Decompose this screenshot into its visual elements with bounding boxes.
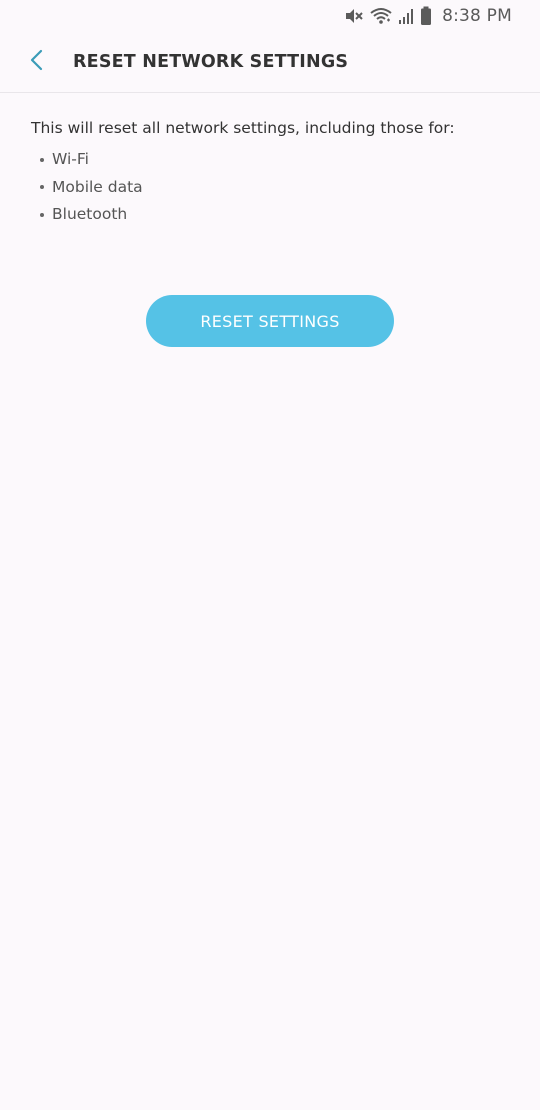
bullet-icon [40,157,44,162]
wifi-icon [370,6,392,26]
battery-icon [420,6,432,26]
list-item-bluetooth: Bluetooth [40,201,520,229]
app-header: RESET NETWORK SETTINGS [0,32,540,93]
page-title: RESET NETWORK SETTINGS [73,52,349,72]
list-item-wifi: Wi-Fi [40,146,520,174]
back-button[interactable] [8,33,66,91]
description-section: This will reset all network settings, in… [31,116,520,229]
list-item-label: Bluetooth [52,205,128,223]
bullet-icon [40,212,44,217]
screen: 8:38 PM RESET NETWORK SETTINGS This will… [0,0,540,1110]
chevron-left-icon [27,48,47,77]
bullet-icon [40,185,44,190]
description-text: This will reset all network settings, in… [31,119,455,137]
status-time: 8:38 PM [442,6,512,26]
reset-settings-button[interactable]: RESET SETTINGS [146,295,394,347]
status-bar: 8:38 PM [0,0,540,32]
signal-icon [398,6,414,26]
affected-settings-list: Wi-Fi Mobile data Bluetooth [40,146,520,229]
list-item-mobile-data: Mobile data [40,174,520,202]
list-item-label: Wi-Fi [52,150,89,168]
mute-icon [344,6,364,26]
list-item-label: Mobile data [52,177,143,196]
